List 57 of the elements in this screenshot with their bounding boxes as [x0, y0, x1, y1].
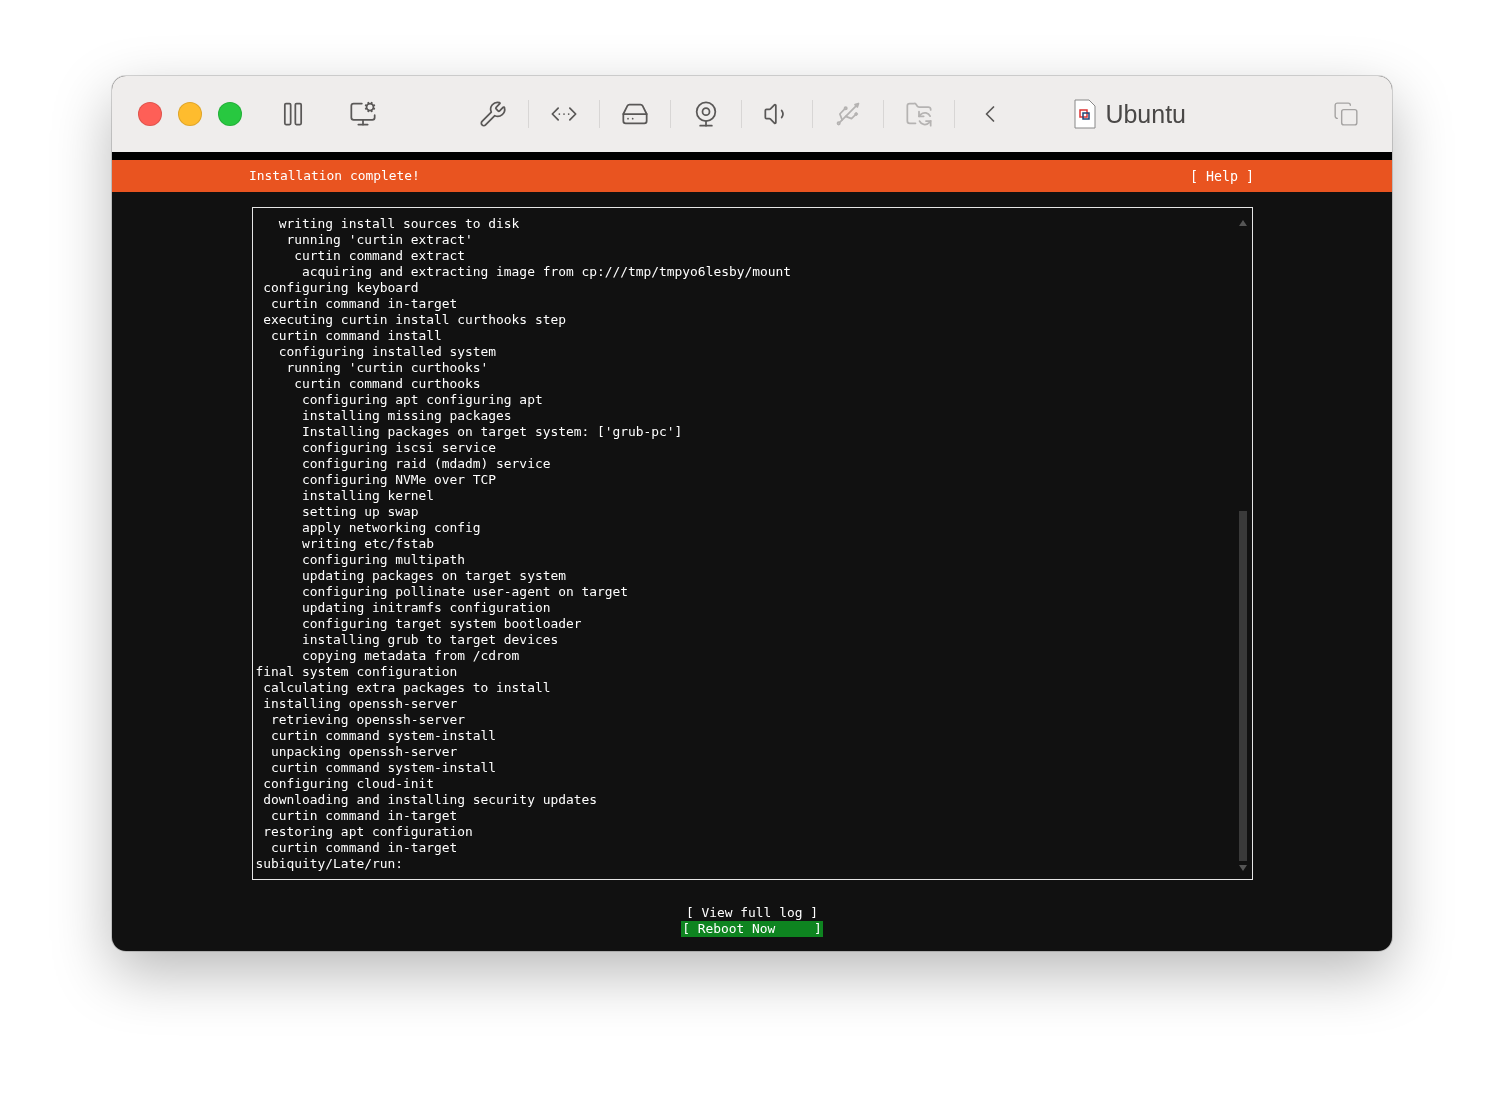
wrench-icon: [479, 100, 507, 128]
log-line: updating packages on target system: [301, 568, 567, 584]
log-line: running 'curtin curthooks': [285, 360, 490, 376]
zoom-button[interactable]: [218, 102, 242, 126]
log-line: downloading and installing security updates: [262, 792, 598, 808]
log-line: retrieving openssh-server: [270, 712, 467, 728]
log-line: executing curtin install curthooks step: [262, 312, 567, 328]
log-line: configuring cloud-init: [262, 776, 435, 792]
log-line: installing openssh-server: [262, 696, 459, 712]
log-line: calculating extra packages to install: [262, 680, 552, 696]
log-line: configuring multipath: [301, 552, 467, 568]
menu-button[interactable]: [ View full log ]: [685, 905, 819, 921]
log-line: restoring apt configuration: [262, 824, 474, 840]
log-line: configuring pollinate user-agent on target: [301, 584, 630, 600]
screenshot-icon: [349, 100, 377, 128]
log-line: setting up swap: [301, 504, 420, 520]
folder-icon: [905, 100, 933, 128]
log-line: installing missing packages: [301, 408, 513, 424]
log-line: writing install sources to disk: [277, 216, 521, 232]
scroll-up-icon[interactable]: [1238, 220, 1247, 226]
log-line: Installing packages on target system: ['grub-pc']: [301, 424, 684, 440]
log-line: installing kernel: [301, 488, 435, 504]
menu-button[interactable]: [ Reboot Now ]: [681, 921, 823, 937]
log-line: curtin command install: [270, 328, 443, 344]
windows-icon: [1333, 101, 1359, 127]
log-line: updating initramfs configuration: [301, 600, 552, 616]
document-icon: [1073, 99, 1098, 129]
log-line: configuring raid (mdadm) service: [301, 456, 552, 472]
window-title: Ubuntu: [1105, 99, 1186, 129]
help-button[interactable]: [ Help ]: [1189, 168, 1254, 184]
log-line: writing etc/fstab: [301, 536, 435, 552]
log-line: unpacking openssh-server: [270, 744, 459, 760]
log-line: configuring installed system: [277, 344, 498, 360]
log-line: copying metadata from /cdrom: [301, 648, 521, 664]
log-line: curtin command system-install: [270, 728, 498, 744]
log-line: installing grub to target devices: [301, 632, 560, 648]
usb-icon: [834, 100, 862, 128]
log-line: configuring NVMe over TCP: [301, 472, 498, 488]
log-line: curtin command extract: [293, 248, 467, 264]
log-line: curtin command in-target: [270, 296, 459, 312]
close-button[interactable]: [138, 102, 162, 126]
log-line: acquiring and extracting image from cp:///tmp/tmpyo6lesby/mount: [301, 264, 792, 280]
log-line: curtin command in-target: [270, 840, 459, 856]
log-line: curtin command in-target: [270, 808, 459, 824]
log-line: curtin command curthooks: [293, 376, 482, 392]
log-line: configuring apt configuring apt: [301, 392, 544, 408]
log-line: subiquity/Late/run:: [255, 856, 404, 872]
log-line: configuring target system bootloader: [301, 616, 583, 632]
log-line: final system configuration: [255, 664, 459, 680]
scroll-down-icon[interactable]: [1238, 865, 1247, 871]
log-line: configuring keyboard: [262, 280, 420, 296]
log-line: configuring iscsi service: [301, 440, 498, 456]
log-line: running 'curtin extract': [285, 232, 474, 248]
minimize-button[interactable]: [178, 102, 202, 126]
log-line: curtin command system-install: [270, 760, 498, 776]
log-line: apply networking config: [301, 520, 482, 536]
status-title: Installation complete!: [249, 168, 420, 184]
